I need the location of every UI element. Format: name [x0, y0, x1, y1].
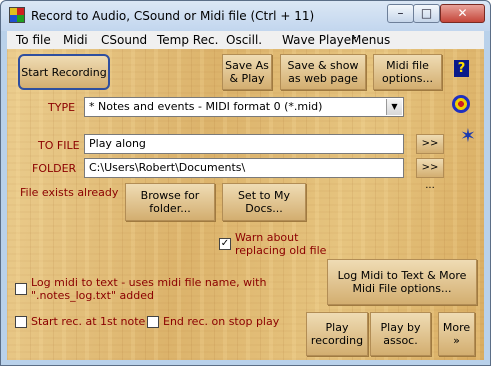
play-by-assoc-button[interactable]: Play by assoc.: [370, 312, 431, 356]
set-my-docs-button[interactable]: Set to My Docs...: [222, 183, 306, 221]
end-rec-stop-play-checkbox[interactable]: [147, 316, 159, 328]
midi-file-options-button[interactable]: Midi file options...: [373, 54, 442, 90]
menu-midi[interactable]: Midi: [63, 33, 88, 47]
folder-label: FOLDER: [32, 162, 77, 175]
app-icon: [9, 7, 25, 23]
maximize-button[interactable]: □: [413, 4, 440, 23]
window-title: Record to Audio, CSound or Midi file (Ct…: [31, 9, 315, 23]
start-rec-first-note-label: Start rec. at 1st note: [31, 315, 146, 328]
file-exists-status: File exists already: [20, 186, 119, 199]
target-icon[interactable]: [452, 95, 470, 113]
to-file-input[interactable]: Play along: [84, 134, 404, 154]
warn-replace-label: Warn about replacing old file: [235, 231, 327, 257]
start-recording-button[interactable]: Start Recording: [18, 54, 110, 90]
log-midi-label: Log midi to text - uses midi file name, …: [31, 276, 267, 302]
to-file-browse-button[interactable]: >> ...: [416, 134, 444, 167]
menu-to-file[interactable]: To file: [16, 33, 51, 47]
help-icon[interactable]: ?: [454, 60, 469, 77]
type-select-value: * Notes and events - MIDI format 0 (*.mi…: [89, 100, 323, 113]
log-midi-checkbox[interactable]: [15, 283, 27, 295]
client-area: Start Recording Save As & Play Save & sh…: [7, 49, 484, 360]
warn-replace-checkbox[interactable]: ✓: [219, 238, 231, 250]
title-bar[interactable]: Record to Audio, CSound or Midi file (Ct…: [1, 1, 490, 31]
menu-menus[interactable]: Menus: [351, 33, 390, 47]
close-button[interactable]: ✕: [440, 4, 485, 23]
minimize-button[interactable]: –: [387, 4, 414, 23]
menu-csound[interactable]: CSound: [101, 33, 147, 47]
save-as-play-button[interactable]: Save As & Play: [222, 54, 272, 90]
chevron-down-icon[interactable]: ▼: [386, 99, 402, 115]
main-window: Record to Audio, CSound or Midi file (Ct…: [0, 0, 491, 366]
menu-temp-rec[interactable]: Temp Rec.: [157, 33, 218, 47]
start-rec-first-note-checkbox[interactable]: [15, 316, 27, 328]
browse-folder-button[interactable]: Browse for folder...: [125, 183, 215, 221]
to-file-label: TO FILE: [38, 139, 80, 152]
menu-oscill[interactable]: Oscill.: [226, 33, 262, 47]
menu-wave-player[interactable]: Wave Player: [282, 33, 356, 47]
more-button[interactable]: More »: [438, 312, 475, 356]
folder-input[interactable]: C:\Users\Robert\Documents\: [84, 158, 404, 178]
type-label: TYPE: [48, 101, 76, 114]
log-midi-options-button[interactable]: Log Midi to Text & More Midi File option…: [327, 259, 477, 305]
menu-bar: To file Midi CSound Temp Rec. Oscill. Wa…: [7, 31, 484, 49]
star-icon[interactable]: ✶: [458, 126, 478, 146]
play-recording-button[interactable]: Play recording: [306, 312, 368, 356]
folder-browse-button[interactable]: >> ...: [416, 158, 444, 191]
end-rec-stop-play-label: End rec. on stop play: [163, 315, 280, 328]
save-show-web-button[interactable]: Save & show as web page: [280, 54, 366, 90]
type-select[interactable]: * Notes and events - MIDI format 0 (*.mi…: [84, 97, 404, 117]
